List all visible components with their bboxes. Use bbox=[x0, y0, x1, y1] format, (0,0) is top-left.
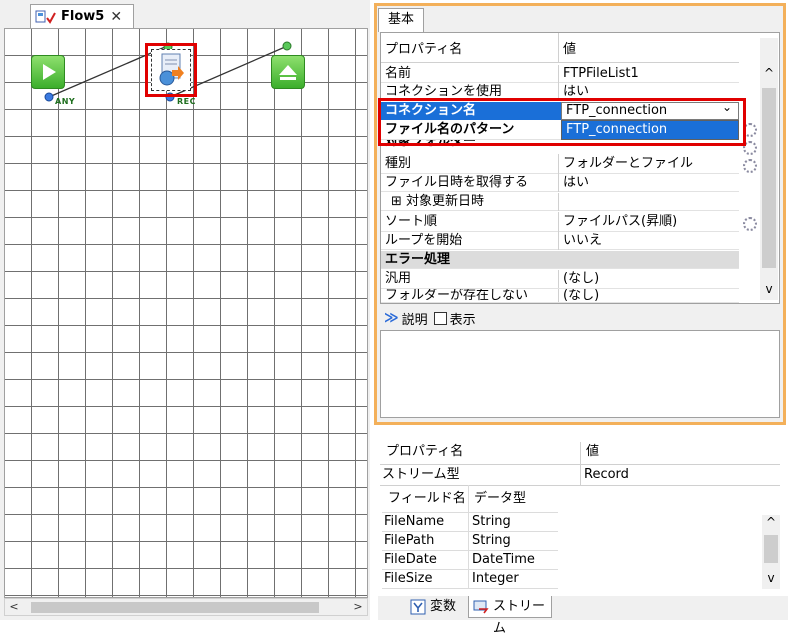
table-row[interactable]: FileSize Integer bbox=[382, 570, 558, 589]
canvas-overlay bbox=[44, 41, 292, 102]
close-icon[interactable]: ✕ bbox=[110, 9, 122, 25]
property-grid: プロパティ名 値 名前 FTPFileList1 コネクションを使用 はい コネ… bbox=[380, 32, 780, 304]
scroll-up-icon[interactable]: ^ bbox=[760, 66, 778, 80]
port-dot[interactable] bbox=[44, 92, 54, 102]
tab-flow5[interactable]: Flow5 ✕ bbox=[30, 4, 134, 28]
tab-streams[interactable]: ストリーム bbox=[468, 596, 552, 636]
start-node-label: ANY bbox=[55, 97, 76, 106]
table-row[interactable]: FileDate DateTime bbox=[382, 551, 558, 570]
flow-icon bbox=[35, 9, 57, 25]
end-icon bbox=[279, 65, 297, 80]
show-checkbox-label: 表示 bbox=[449, 312, 476, 328]
tab-variables[interactable]: 変数 bbox=[406, 596, 466, 618]
scroll-thumb[interactable] bbox=[764, 535, 778, 563]
property-row-target-update-date[interactable]: ⊞ 対象更新日時 bbox=[381, 193, 739, 211]
variables-icon bbox=[410, 599, 426, 615]
tab-flow5-label: Flow5 bbox=[61, 9, 105, 24]
table-row[interactable]: FilePath String bbox=[382, 532, 558, 551]
end-node[interactable] bbox=[271, 55, 305, 89]
stream-header-value: 値 bbox=[586, 444, 600, 459]
property-row[interactable]: フォルダーが存在しない (なし) bbox=[381, 289, 739, 303]
start-node[interactable] bbox=[31, 55, 65, 89]
expand-chevron-icon[interactable]: ≫ bbox=[384, 310, 399, 326]
connection-highlight-box bbox=[378, 98, 746, 146]
scroll-down-icon[interactable]: v bbox=[762, 571, 780, 585]
description-bar: ≫ 説明 表示 bbox=[380, 306, 780, 330]
stream-header: プロパティ名 値 bbox=[380, 442, 780, 465]
scroll-down-icon[interactable]: v bbox=[760, 282, 778, 296]
property-grid-header: プロパティ名 値 bbox=[381, 33, 739, 63]
property-row[interactable]: 名前 FTPFileList1 bbox=[381, 65, 739, 83]
scroll-thumb[interactable] bbox=[31, 602, 319, 613]
property-category-error-handling[interactable]: エラー処理 bbox=[381, 251, 739, 269]
stream-header-name: プロパティ名 bbox=[386, 444, 464, 459]
description-area bbox=[380, 330, 780, 418]
port-dot[interactable] bbox=[282, 41, 292, 51]
field-table-header: フィールド名 データ型 bbox=[382, 485, 558, 513]
property-row[interactable]: ソート順 ファイルパス(昇順) bbox=[381, 212, 739, 232]
property-row[interactable]: 汎用 (なし) bbox=[381, 270, 739, 289]
ftp-file-list-node[interactable] bbox=[151, 49, 191, 91]
scroll-left-icon[interactable]: < bbox=[5, 599, 23, 615]
header-property-name: プロパティ名 bbox=[385, 42, 463, 57]
field-table-scrollbar[interactable]: ^ v bbox=[762, 515, 780, 589]
description-label: 説明 bbox=[401, 312, 428, 328]
ellipsis-button-icon[interactable] bbox=[743, 159, 757, 173]
scroll-right-icon[interactable]: > bbox=[349, 599, 367, 615]
table-row[interactable]: FileName String bbox=[382, 513, 558, 532]
horizontal-scrollbar[interactable]: < > bbox=[4, 598, 368, 616]
property-grid-scrollbar[interactable]: ^ v bbox=[760, 38, 778, 300]
flow-canvas[interactable]: ANY REC bbox=[4, 28, 368, 598]
show-checkbox[interactable] bbox=[433, 311, 447, 325]
property-row[interactable]: 種別 フォルダーとファイル bbox=[381, 154, 739, 174]
scroll-thumb[interactable] bbox=[762, 88, 776, 268]
property-row[interactable]: ファイル日時を取得する はい bbox=[381, 174, 739, 192]
bottom-tab-bar: 変数 ストリーム bbox=[378, 596, 788, 636]
ftp-file-list-icon bbox=[159, 53, 184, 86]
header-value: 値 bbox=[563, 42, 577, 57]
scroll-up-icon[interactable]: ^ bbox=[762, 515, 780, 529]
property-row[interactable]: ループを開始 いいえ bbox=[381, 232, 739, 250]
stream-type-row[interactable]: ストリーム型 Record bbox=[380, 465, 780, 486]
ellipsis-button-icon[interactable] bbox=[743, 217, 757, 231]
ftp-node-label: REC bbox=[177, 97, 196, 106]
play-icon bbox=[43, 64, 56, 80]
tab-basic[interactable]: 基本 bbox=[378, 8, 424, 32]
streams-icon bbox=[473, 600, 489, 614]
